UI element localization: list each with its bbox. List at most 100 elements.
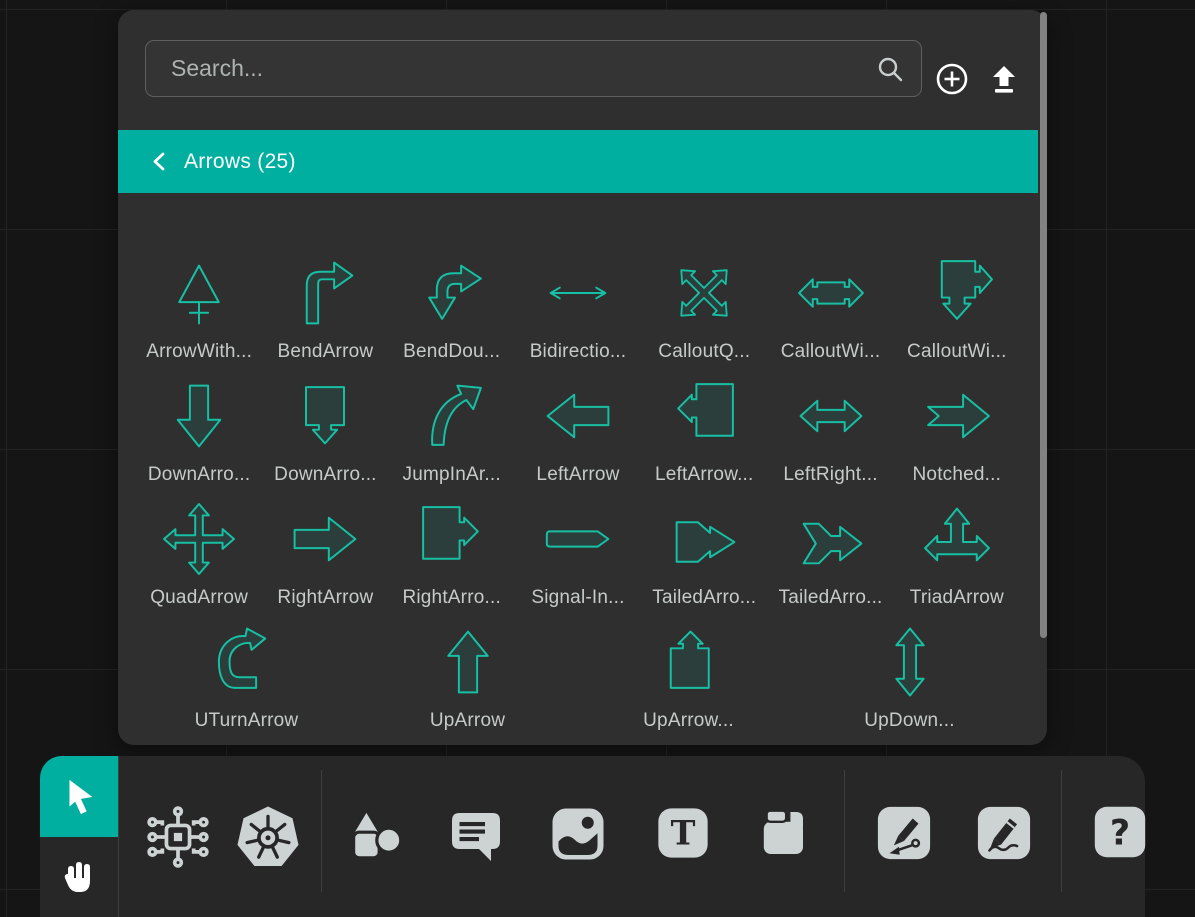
shape-label: Notched...	[913, 464, 1002, 486]
up-arrow-callout-icon	[644, 624, 734, 700]
shape-item-jump-in-arrow[interactable]: JumpInAr...	[391, 378, 513, 486]
shape-label: LeftRight...	[783, 464, 877, 486]
shape-label: TailedArro...	[779, 587, 883, 609]
text-icon: T	[654, 804, 712, 862]
shape-label: CalloutQ...	[658, 341, 750, 363]
add-shape-button[interactable]	[934, 61, 970, 97]
text-tool-button[interactable]: T	[654, 804, 712, 862]
left-right-arrow-icon	[786, 378, 876, 454]
image-tool-button[interactable]	[548, 804, 608, 864]
pen-connector-tool-button[interactable]	[875, 804, 933, 862]
panel-scrollbar-thumb[interactable]	[1040, 12, 1047, 638]
help-button[interactable]: ?	[1092, 804, 1148, 860]
callout-down-right-arrow-icon	[912, 255, 1002, 331]
shape-item-left-arrow[interactable]: LeftArrow	[517, 378, 639, 486]
question-mark-icon: ?	[1092, 804, 1148, 860]
up-down-arrow-icon	[865, 624, 955, 700]
search-box[interactable]	[145, 40, 922, 97]
toolbar-divider	[844, 770, 845, 892]
network-tool-button[interactable]	[145, 804, 211, 870]
note-icon	[754, 804, 810, 862]
chevron-left-icon	[148, 149, 172, 174]
shape-item-tailed-arrow-block[interactable]: TailedArro...	[643, 501, 765, 609]
pencil-squiggle-icon	[975, 804, 1033, 862]
shape-label: Signal-In...	[531, 587, 624, 609]
select-tool-button[interactable]	[40, 756, 118, 837]
shape-item-signal-in[interactable]: Signal-In...	[517, 501, 639, 609]
shape-item-arrow-with-cross[interactable]: ArrowWith...	[138, 255, 260, 363]
shape-item-right-arrow-callout[interactable]: RightArro...	[391, 501, 513, 609]
signal-in-icon	[533, 501, 623, 577]
upload-button[interactable]	[986, 61, 1022, 97]
back-button[interactable]	[148, 149, 172, 174]
category-title: Arrows (25)	[184, 150, 296, 174]
shape-label: LeftArrow	[536, 464, 619, 486]
shape-item-up-down-arrow[interactable]: UpDown...	[849, 624, 971, 732]
pen-connector-icon	[875, 804, 933, 862]
shape-label: Bidirectio...	[530, 341, 627, 363]
freehand-draw-tool-button[interactable]	[975, 804, 1033, 862]
shape-item-tailed-arrow-chevron[interactable]: TailedArro...	[770, 501, 892, 609]
shape-label: RightArro...	[402, 587, 501, 609]
shape-item-down-arrow[interactable]: DownArro...	[138, 378, 260, 486]
shape-label: DownArro...	[274, 464, 377, 486]
shape-item-bidirectional-arrow[interactable]: Bidirectio...	[517, 255, 639, 363]
shape-item-callout-down-right-arrow[interactable]: CalloutWi...	[896, 255, 1018, 363]
toolbar-divider	[1061, 770, 1062, 892]
shape-label: UTurnArrow	[195, 710, 299, 732]
shape-label: JumpInAr...	[403, 464, 501, 486]
arrow-with-cross-icon	[154, 255, 244, 331]
shape-item-left-arrow-callout[interactable]: LeftArrow...	[643, 378, 765, 486]
shape-label: QuadArrow	[150, 587, 248, 609]
u-turn-arrow-icon	[202, 624, 292, 700]
shape-item-up-arrow-callout[interactable]: UpArrow...	[628, 624, 750, 732]
shape-item-bend-double-arrow[interactable]: BendDou...	[391, 255, 513, 363]
left-tool-palette	[40, 756, 118, 917]
toolbar-divider	[321, 770, 322, 892]
cursor-icon	[58, 775, 100, 819]
search-row	[118, 10, 1047, 130]
down-arrow-icon	[154, 378, 244, 454]
shape-label: TailedArro...	[652, 587, 756, 609]
shape-item-callout-quad-arrow[interactable]: CalloutQ...	[643, 255, 765, 363]
shape-label: BendDou...	[403, 341, 500, 363]
shape-label: LeftArrow...	[655, 464, 754, 486]
shape-item-triad-arrow[interactable]: TriadArrow	[896, 501, 1018, 609]
shape-label: UpArrow...	[643, 710, 734, 732]
shape-item-callout-left-right-arrow[interactable]: CalloutWi...	[770, 255, 892, 363]
bidirectional-arrow-icon	[533, 255, 623, 331]
search-icon	[875, 54, 905, 84]
main-toolbar: T	[118, 756, 1145, 917]
pan-tool-button[interactable]	[40, 837, 118, 917]
shape-item-notched-right-arrow[interactable]: Notched...	[896, 378, 1018, 486]
up-arrow-icon	[423, 624, 513, 700]
shape-label: UpDown...	[864, 710, 955, 732]
shape-item-right-arrow[interactable]: RightArrow	[264, 501, 386, 609]
search-input[interactable]	[146, 55, 875, 82]
kubernetes-tool-button[interactable]	[235, 804, 301, 870]
shape-item-left-right-arrow[interactable]: LeftRight...	[770, 378, 892, 486]
left-arrow-callout-icon	[659, 378, 749, 454]
shape-label: DownArro...	[148, 464, 251, 486]
right-arrow-callout-icon	[407, 501, 497, 577]
shape-label: UpArrow	[430, 710, 505, 732]
note-tool-button[interactable]	[754, 804, 810, 862]
category-header: Arrows (25)	[118, 130, 1038, 193]
callout-left-right-arrow-icon	[786, 255, 876, 331]
callout-quad-arrow-icon	[659, 255, 749, 331]
plus-circle-icon	[934, 61, 970, 97]
shape-item-quad-arrow[interactable]: QuadArrow	[138, 501, 260, 609]
down-arrow-callout-icon	[280, 378, 370, 454]
shape-item-bend-arrow[interactable]: BendArrow	[264, 255, 386, 363]
comment-tool-button[interactable]	[446, 804, 506, 870]
shape-item-u-turn-arrow[interactable]: UTurnArrow	[186, 624, 308, 732]
svg-text:?: ?	[1110, 814, 1130, 854]
shape-item-up-arrow[interactable]: UpArrow	[407, 624, 529, 732]
shape-label: CalloutWi...	[907, 341, 1007, 363]
kubernetes-icon	[235, 804, 301, 870]
shape-label: BendArrow	[278, 341, 374, 363]
image-icon	[548, 804, 608, 864]
shape-item-down-arrow-callout[interactable]: DownArro...	[264, 378, 386, 486]
comment-icon	[446, 804, 506, 870]
shapes-tool-button[interactable]	[344, 804, 408, 870]
